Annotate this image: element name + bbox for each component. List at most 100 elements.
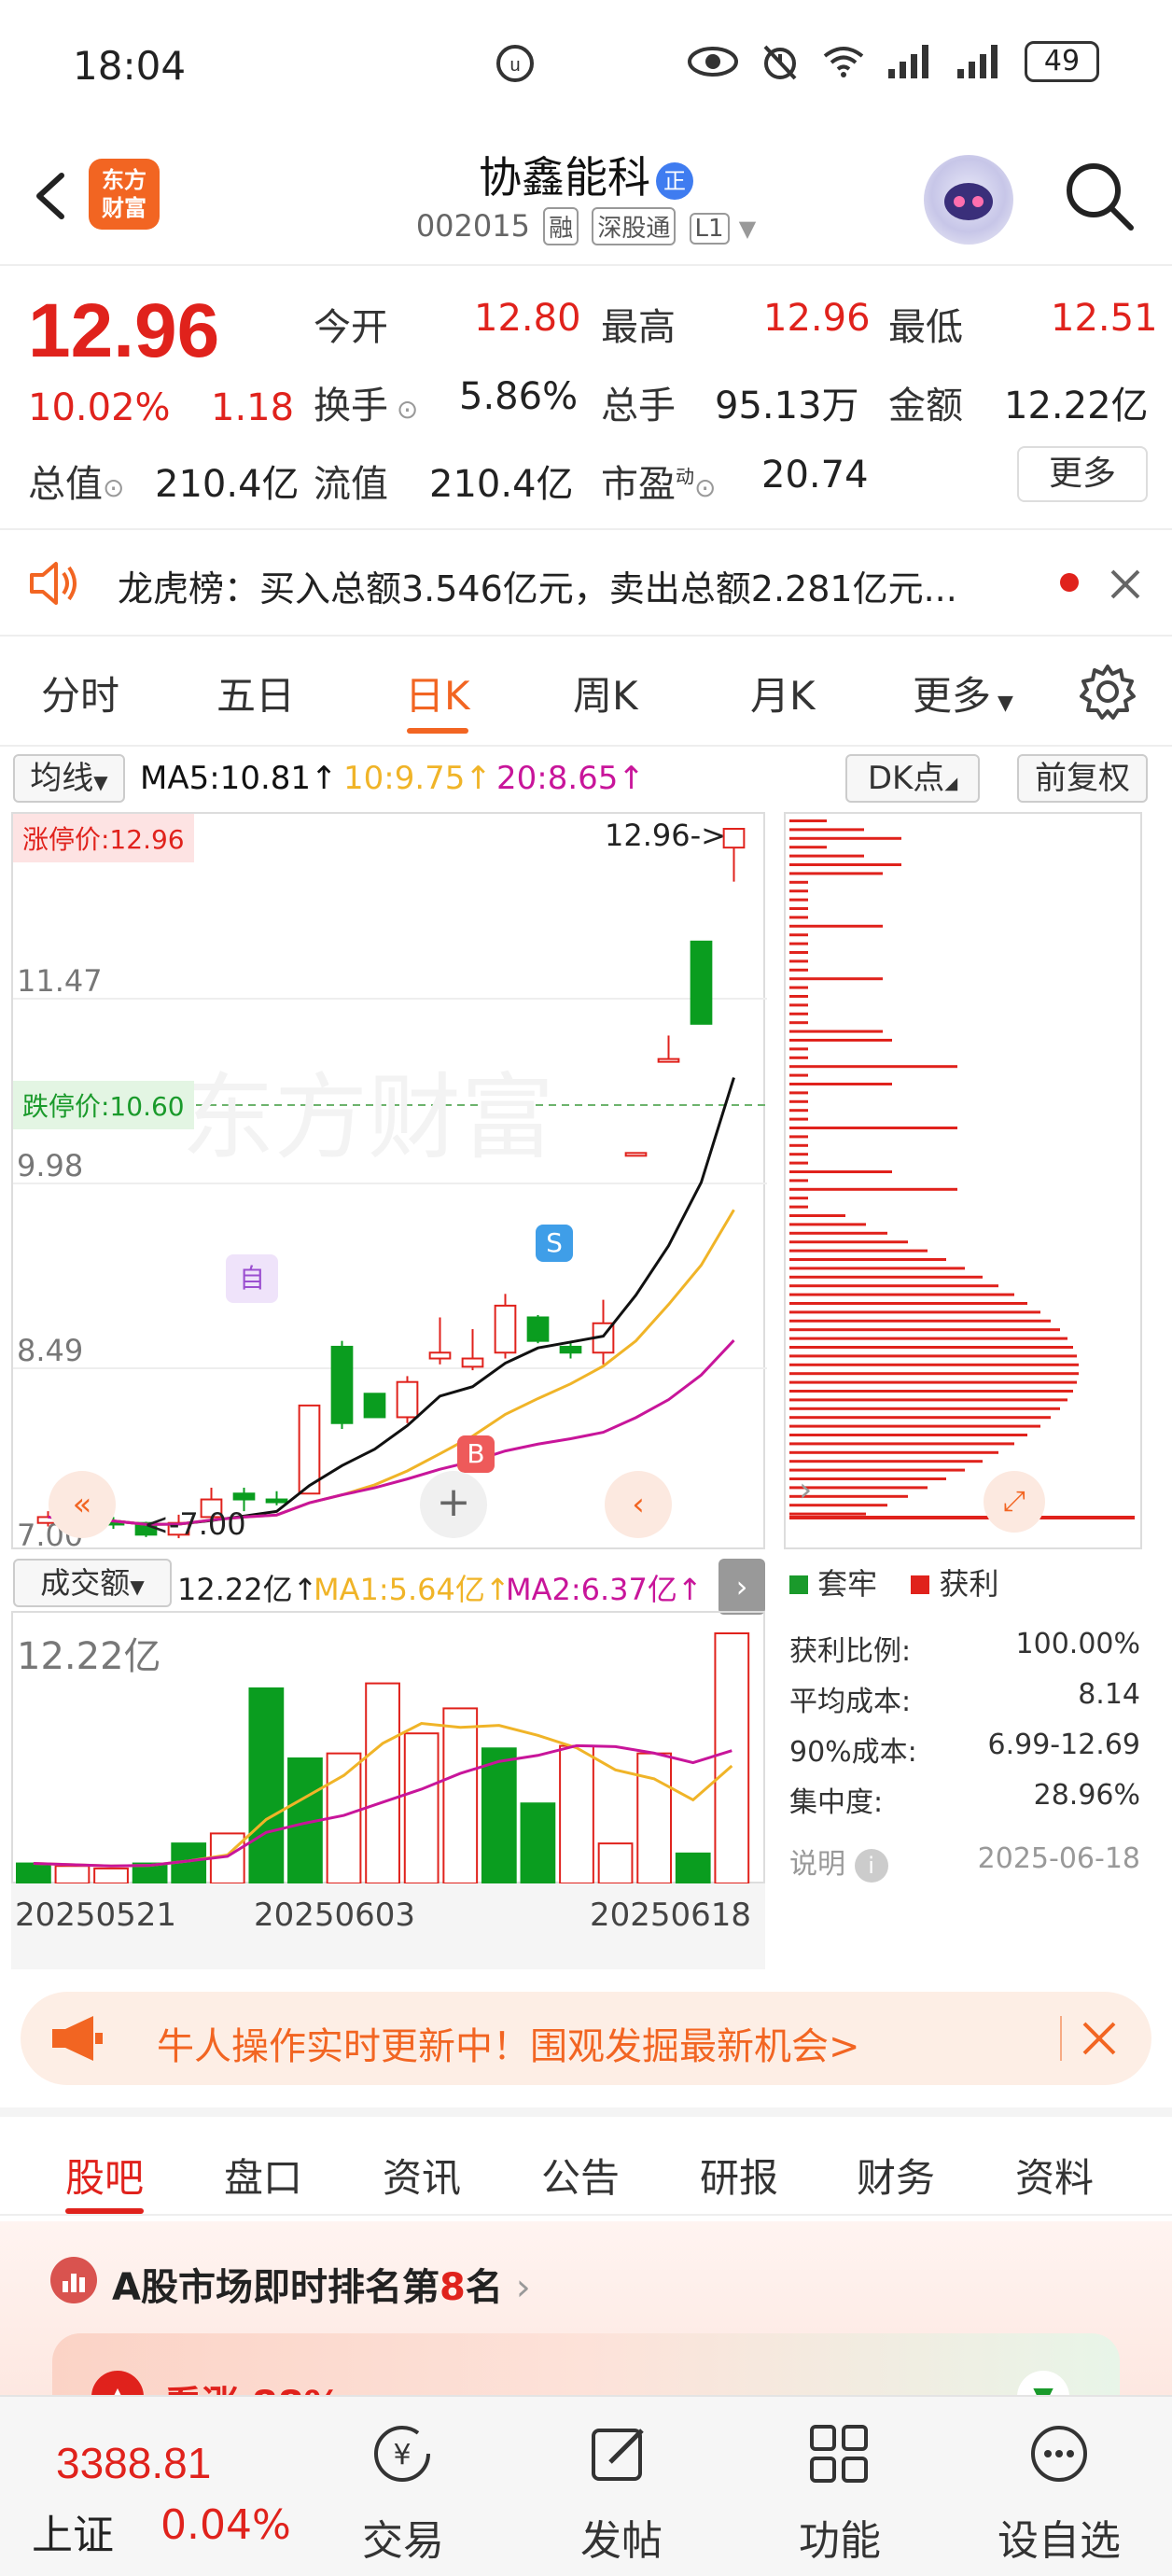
close-icon[interactable] bbox=[1079, 2018, 1120, 2059]
sell-marker[interactable]: S bbox=[536, 1225, 573, 1262]
low-value: 12.51 bbox=[1051, 297, 1158, 340]
tab-daily-k[interactable]: 日K bbox=[405, 665, 470, 721]
distribution-bar bbox=[789, 836, 901, 840]
ma20-value: 20:8.65↑ bbox=[496, 760, 645, 797]
tab-profile[interactable]: 资料 bbox=[1015, 2147, 1094, 2204]
distribution-bar bbox=[789, 977, 883, 981]
distribution-bar bbox=[789, 1197, 808, 1200]
ma-indicator-row: 均线▼ MA5:10.81↑ 10:9.75↑ 20:8.65↑ DK点◢ 前复… bbox=[0, 752, 1172, 805]
distribution-bar bbox=[789, 1127, 957, 1129]
close-icon[interactable] bbox=[1107, 566, 1144, 603]
tab-more[interactable]: 更多 ▼ bbox=[913, 665, 1013, 721]
volume-ma2: MA2:6.37亿↑ bbox=[506, 1572, 703, 1607]
distribution-bar bbox=[789, 1179, 808, 1183]
volume-value: 95.13万 bbox=[715, 385, 859, 427]
dragon-tiger-notice[interactable]: 龙虎榜：买入总额3.546亿元，卖出总额2.281亿元... bbox=[0, 528, 1172, 637]
distribution-bar bbox=[789, 1372, 1079, 1376]
nav-trade-label: 交易 bbox=[362, 2517, 444, 2565]
tab-pankou[interactable]: 盘口 bbox=[224, 2147, 302, 2204]
tab-five-day[interactable]: 五日 bbox=[216, 665, 295, 721]
kline-chart[interactable]: 东方财富 涨停价:12.96 跌停价:10.60 11.47 9.98 8.49… bbox=[11, 812, 767, 1553]
speaker-icon bbox=[30, 562, 77, 605]
nav-trade[interactable]: ¥ 交易 bbox=[347, 2397, 459, 2576]
legend-trap: 套牢 bbox=[817, 1566, 878, 1602]
wifi-icon bbox=[823, 47, 864, 77]
distribution-bar bbox=[789, 1363, 1079, 1366]
ma-selector[interactable]: 均线▼ bbox=[13, 754, 125, 803]
distribution-bar bbox=[789, 828, 864, 832]
distribution-bar bbox=[789, 907, 808, 910]
tab-guba[interactable]: 股吧 bbox=[65, 2147, 144, 2204]
tab-monthly-k[interactable]: 月K bbox=[750, 665, 816, 721]
distribution-bar bbox=[789, 1407, 1060, 1410]
volume-bar bbox=[714, 1632, 750, 1884]
tab-announcements[interactable]: 公告 bbox=[541, 2147, 620, 2204]
volume-amount: 12.22亿↑ bbox=[177, 1572, 318, 1607]
candle-body bbox=[396, 1380, 419, 1419]
chevron-down-icon: ▼ bbox=[738, 216, 757, 242]
scroll-right-icon[interactable]: › bbox=[799, 1471, 812, 1509]
float-value: 210.4亿 bbox=[429, 463, 574, 506]
volume-bar bbox=[520, 1802, 556, 1885]
chart-period-tabs: 分时 五日 日K 周K 月K 更多 ▼ bbox=[0, 644, 1172, 747]
float-label: 流值 bbox=[314, 463, 388, 506]
distribution-bar bbox=[789, 819, 827, 822]
avg-cost-value: 8.14 bbox=[1078, 1678, 1140, 1711]
distribution-bar bbox=[789, 898, 808, 902]
market-rank-section[interactable]: A股市场即时排名第8名 › ▲ 看涨 88% ▼ bbox=[0, 2221, 1172, 2464]
distribution-bar bbox=[789, 942, 808, 945]
distribution-bar bbox=[789, 1109, 808, 1113]
tab-research[interactable]: 研报 bbox=[700, 2147, 778, 2204]
index-ticker[interactable]: 3388.81 上证 0.04% bbox=[0, 2397, 317, 2576]
tab-intraday[interactable]: 分时 bbox=[41, 665, 119, 721]
distribution-bar bbox=[789, 1099, 808, 1103]
distribution-bar bbox=[789, 1240, 908, 1244]
cell-signal-icon bbox=[888, 45, 928, 78]
distribution-bar bbox=[789, 889, 808, 893]
y-tick-3: 8.49 bbox=[17, 1333, 84, 1368]
mktcap-value: 210.4亿 bbox=[155, 463, 300, 506]
nav-functions[interactable]: 功能 bbox=[784, 2397, 896, 2576]
tab-finance[interactable]: 财务 bbox=[857, 2147, 935, 2204]
date-axis: 20250521 20250603 20250618 bbox=[11, 1883, 765, 1969]
chip-distribution-chart[interactable]: › ⤢ bbox=[784, 812, 1142, 1549]
tab-weekly-k[interactable]: 周K bbox=[573, 665, 638, 721]
assistant-avatar[interactable] bbox=[924, 155, 1013, 245]
volume-top-label: 12.22亿 bbox=[17, 1635, 161, 1678]
search-icon[interactable] bbox=[1062, 159, 1137, 233]
scroll-left-icon[interactable]: ‹ bbox=[605, 1471, 672, 1538]
open-label: 今开 bbox=[314, 306, 388, 349]
more-quote-button[interactable]: 更多 bbox=[1017, 446, 1148, 502]
volume-chart[interactable]: 12.22亿 bbox=[11, 1611, 765, 1885]
promo-banner[interactable]: 牛人操作实时更新中！围观发掘最新机会> bbox=[21, 1992, 1151, 2085]
nav-post[interactable]: 发帖 bbox=[565, 2397, 677, 2576]
note-link[interactable]: 说明 i bbox=[789, 1841, 888, 1883]
distribution-bar bbox=[789, 1258, 946, 1261]
low-label: 最低 bbox=[888, 306, 963, 349]
tab-news[interactable]: 资讯 bbox=[383, 2147, 461, 2204]
candle-body bbox=[690, 940, 713, 1025]
y-tick-2: 9.98 bbox=[17, 1148, 84, 1183]
distribution-bar bbox=[789, 1398, 1067, 1402]
watermark: 东方财富 bbox=[181, 1063, 554, 1172]
adjust-button[interactable]: 前复权 bbox=[1017, 754, 1148, 803]
self-select-marker[interactable]: 自 bbox=[226, 1254, 278, 1303]
crosshair-icon[interactable]: + bbox=[420, 1471, 487, 1538]
expand-panel-icon[interactable]: › bbox=[719, 1559, 765, 1615]
high-value: 12.96 bbox=[763, 297, 871, 340]
buy-marker[interactable]: B bbox=[457, 1435, 495, 1473]
nav-add-watchlist[interactable]: 设自选 bbox=[980, 2397, 1138, 2576]
distribution-bar bbox=[789, 863, 901, 866]
limit-up-label: 涨停价:12.96 bbox=[13, 814, 194, 862]
open-value: 12.80 bbox=[474, 297, 581, 340]
bottom-navigation: 3388.81 上证 0.04% ¥ 交易 发帖 功能 设自选 bbox=[0, 2395, 1172, 2576]
distribution-bar bbox=[789, 1170, 892, 1173]
volume-selector[interactable]: 成交额▼ bbox=[13, 1559, 172, 1607]
rewind-icon[interactable]: « bbox=[49, 1471, 116, 1538]
gear-icon[interactable] bbox=[1079, 663, 1137, 721]
content-tabs: 股吧 盘口 资讯 公告 研报 财务 资料 bbox=[0, 2107, 1172, 2216]
dk-point-button[interactable]: DK点◢ bbox=[845, 754, 980, 803]
expand-icon[interactable]: ⤢ bbox=[984, 1471, 1045, 1533]
candle-body bbox=[494, 1304, 517, 1354]
distribution-bar bbox=[789, 1512, 866, 1516]
